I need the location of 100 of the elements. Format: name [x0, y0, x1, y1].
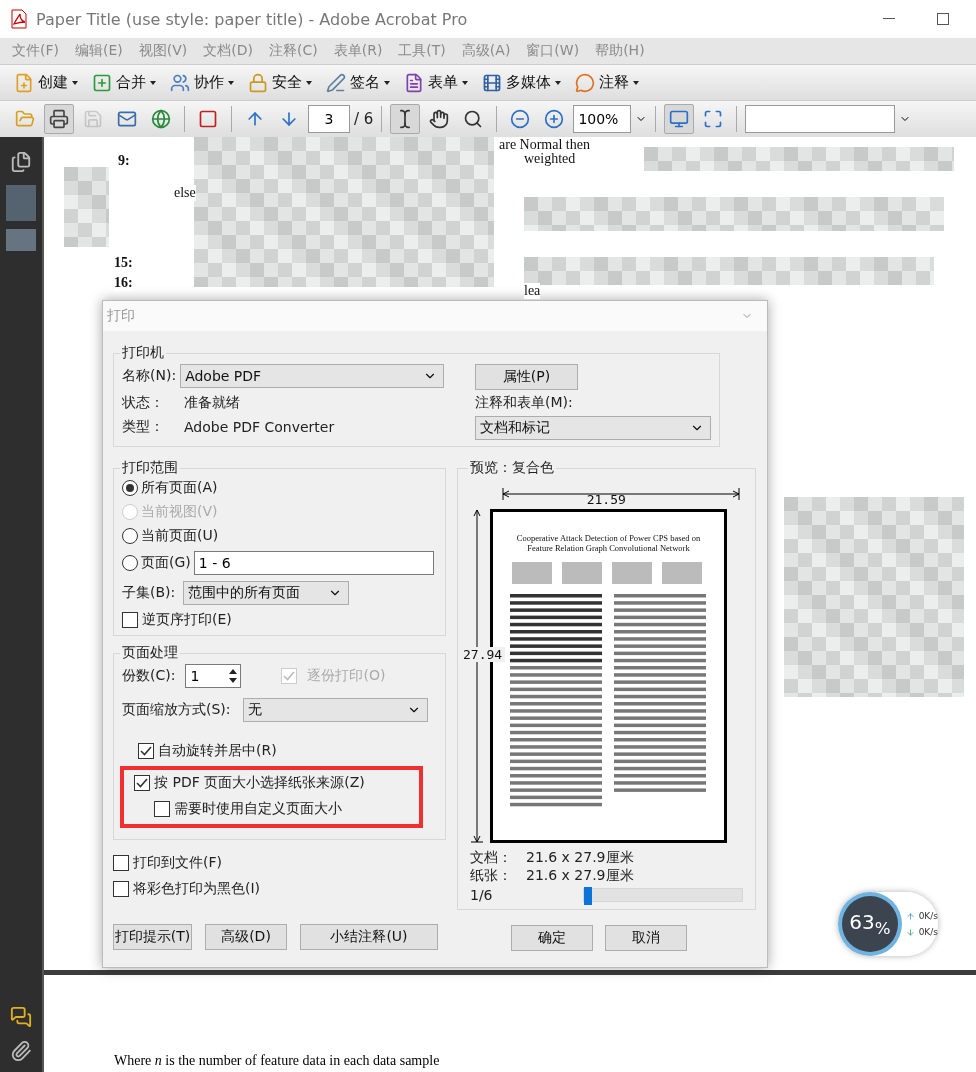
checkbox[interactable] — [113, 855, 129, 871]
pages-icon[interactable] — [10, 151, 32, 173]
field-label: 类型： — [122, 418, 164, 436]
comments-select[interactable]: 文档和标记 — [475, 416, 711, 440]
field-label: 名称(N): — [122, 367, 177, 385]
dialog-button[interactable]: 高级(D) — [205, 924, 287, 950]
upload-speed: 0K/s — [918, 911, 938, 921]
page-index: 1/6 — [470, 887, 493, 903]
option-label: 所有页面(A) — [141, 479, 218, 497]
text-cursor-button[interactable] — [390, 104, 421, 134]
document-text: Where n is the number of feature data in each data sample — [114, 1053, 440, 1069]
page-view-button[interactable] — [664, 104, 695, 134]
type-text: Adobe PDF Converter — [184, 419, 335, 435]
form-icon — [404, 72, 424, 93]
page-number-field[interactable]: 3 — [308, 105, 350, 133]
option-label: 将彩色打印为黑色(I) — [133, 880, 261, 898]
field-label: 子集(B): — [122, 584, 176, 602]
printer-button[interactable] — [44, 104, 74, 134]
radio-button[interactable] — [122, 555, 138, 571]
maximize-icon — [937, 13, 949, 25]
comments-icon[interactable] — [10, 1006, 32, 1028]
caret-icon — [462, 80, 468, 85]
pages-field[interactable]: 1 - 6 — [193, 551, 434, 575]
caret-icon — [228, 80, 234, 85]
group-title: 打印机 — [121, 344, 165, 362]
status-text: 准备就绪 — [184, 394, 240, 412]
toolbar-button[interactable]: 多媒体 — [478, 70, 565, 95]
size-text: 21.6 x 27.9厘米 — [526, 867, 634, 885]
window-title: Paper Title (use style: paper title) - Adobe Acrobat Pro — [36, 9, 469, 29]
download-arrow-icon — [905, 927, 915, 937]
field-label: 注释和表单(M): — [475, 394, 573, 412]
toolbar-button[interactable]: 注释 — [571, 70, 643, 95]
option-label: 打印到文件(F) — [133, 854, 222, 872]
zoom-out-icon — [510, 109, 531, 129]
toolbar-button[interactable]: 安全 — [244, 70, 316, 95]
checkbox[interactable] — [154, 801, 170, 817]
globe-icon — [151, 109, 171, 129]
option-label: 按 PDF 页面大小选择纸张来源(Z) — [154, 774, 365, 792]
caret-icon — [72, 80, 78, 85]
option-label: 当前视图(V) — [141, 503, 218, 521]
dialog-button[interactable]: 取消 — [605, 925, 687, 951]
option-label: 逆页序打印(E) — [142, 611, 232, 629]
height-label: 27.94 — [460, 647, 506, 662]
field-label: 份数(C): — [122, 667, 176, 685]
page-total: / 6 — [354, 110, 374, 128]
group-title: 页面处理 — [121, 644, 179, 662]
document-text: weighted — [524, 151, 576, 167]
zoom-field[interactable]: 100% — [573, 105, 632, 133]
radio-button[interactable] — [122, 528, 138, 544]
pen-icon — [326, 72, 346, 93]
check-mark-icon — [136, 777, 148, 789]
people-icon — [170, 72, 190, 93]
film-icon — [482, 72, 502, 93]
toolbar-button[interactable]: 创建 — [10, 70, 82, 95]
check-mark-icon — [140, 745, 152, 757]
properties-button[interactable]: 属性(P) — [475, 364, 578, 390]
checkbox[interactable] — [122, 612, 138, 628]
option-label: 当前页面(U) — [141, 527, 219, 545]
page-slider-track[interactable] — [582, 888, 743, 902]
toolbar-button[interactable]: 表单 — [400, 70, 472, 95]
check-mark-icon — [283, 670, 296, 682]
field-label: 页面缩放方式(S): — [122, 701, 231, 719]
dialog-title: 打印 — [107, 307, 135, 325]
plus-square-icon — [92, 72, 112, 93]
speech-bubble-icon — [575, 72, 595, 93]
checkbox[interactable] — [138, 743, 154, 759]
folder-icon — [15, 109, 35, 129]
copies-spinner[interactable]: 1 — [185, 664, 242, 688]
dialog-button[interactable]: 打印提示(T) — [113, 924, 192, 950]
field-label: 文档： — [470, 849, 512, 867]
caret-icon — [384, 80, 390, 85]
toolbar-button[interactable]: 合并 — [88, 70, 160, 95]
slider-thumb[interactable] — [583, 887, 592, 905]
minimize-icon — [883, 18, 895, 20]
checkbox[interactable] — [134, 775, 150, 791]
upload-arrow-icon — [905, 911, 915, 921]
document-text: else — [174, 185, 196, 201]
checkbox[interactable] — [113, 881, 129, 897]
caret-icon — [306, 80, 312, 85]
download-speed: 0K/s — [918, 927, 938, 937]
radio-button[interactable] — [122, 480, 138, 496]
printer-icon — [49, 109, 69, 129]
subset-select[interactable]: 范围中的所有页面 — [183, 581, 350, 605]
field-label: 纸张： — [470, 867, 512, 885]
pdf-file-icon — [10, 9, 28, 29]
document-plus-icon — [14, 72, 34, 93]
toolbar-button[interactable]: 签名 — [322, 70, 394, 95]
dialog-button[interactable]: 小结注释(U) — [300, 924, 438, 950]
find-field[interactable] — [745, 105, 896, 133]
caret-icon — [633, 80, 639, 85]
dialog-button[interactable]: 确定 — [511, 925, 593, 951]
paperclip-icon[interactable] — [10, 1040, 32, 1062]
printer-select[interactable]: Adobe PDF — [180, 364, 445, 388]
page-view-icon — [669, 109, 690, 129]
size-text: 21.6 x 27.9厘米 — [526, 849, 634, 867]
caret-icon — [555, 80, 561, 85]
toolbar-button[interactable]: 协作 — [166, 70, 238, 95]
option-label: 页面(G) — [141, 554, 191, 572]
group-title: 预览：复合色 — [469, 459, 555, 477]
scaling-select[interactable]: 无 — [242, 698, 428, 722]
